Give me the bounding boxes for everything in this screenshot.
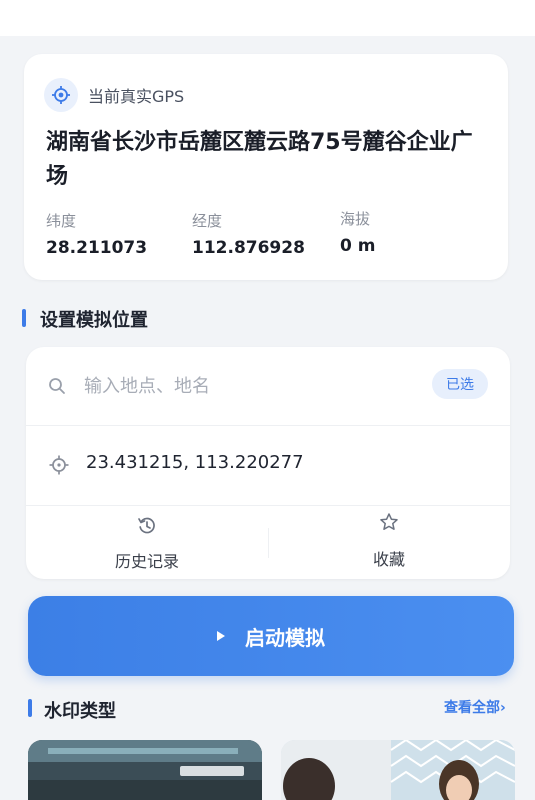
coordinate-row[interactable]: 23.431215, 113.220277 [26,425,510,505]
search-row: 已选 [26,347,510,425]
start-simulation-label: 启动模拟 [245,625,325,650]
history-button[interactable]: 历史记录 [26,506,268,580]
latitude-value: 28.211073 [46,238,148,258]
crosshair-icon [48,454,70,480]
simulated-coordinates: 23.431215, 113.220277 [86,452,304,473]
selected-badge[interactable]: 已选 [432,369,488,399]
current-address: 湖南省长沙市岳麓区麓云路75号麓谷企业广场 [46,130,473,189]
longitude-key: 经度 [192,212,223,230]
top-bar [0,0,535,36]
latitude-key: 纬度 [46,212,77,230]
section-accent-bar [22,309,26,327]
history-icon [137,516,157,540]
actions-row: 历史记录 收藏 [26,505,510,579]
longitude-value: 112.876928 [192,238,305,258]
watermark-thumbnail[interactable] [28,740,262,800]
simulate-section-title: 设置模拟位置 [40,310,148,331]
watermark-section-title: 水印类型 [44,701,116,722]
history-label: 历史记录 [114,552,179,571]
simulate-location-card: 已选 23.431215, 113.220277 历史记 [26,347,510,579]
view-all-link[interactable]: 查看全部› [444,697,506,717]
favorite-label: 收藏 [372,550,405,569]
play-icon [217,631,225,641]
star-icon [379,512,399,536]
section-accent-bar [28,699,32,717]
altitude-key: 海拔 [340,210,371,228]
watermark-thumbnail[interactable] [281,740,515,800]
favorite-button[interactable]: 收藏 [268,506,510,580]
gps-target-icon [44,78,78,112]
altitude-value: 0 m [340,236,376,256]
location-search-input[interactable] [84,371,404,401]
current-gps-label: 当前真实GPS [88,87,185,106]
current-gps-card: 当前真实GPS 湖南省长沙市岳麓区麓云路75号麓谷企业广场 纬度 28.2110… [24,54,508,280]
search-icon [48,377,66,399]
start-simulation-button[interactable]: 启动模拟 [28,596,514,676]
current-gps-header: 当前真实GPS [44,78,184,112]
